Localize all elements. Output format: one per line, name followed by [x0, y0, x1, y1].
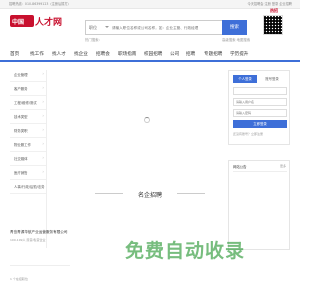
password-field[interactable]: [233, 98, 287, 116]
chevron-right-icon: ›: [42, 155, 44, 160]
banner-carousel[interactable]: [48, 70, 223, 180]
nav-item[interactable]: 找企业: [74, 51, 88, 57]
sidebar-item[interactable]: 工程/维修/测试 ›: [10, 98, 46, 110]
nav-item[interactable]: 招聘: [186, 51, 195, 57]
logo-name: 人才网: [35, 18, 63, 28]
main-nav: 首页 找工作 找人才 找企业 招聘会 职场指南 校园招聘 公司 招聘 专题招聘 …: [0, 48, 300, 62]
section-title: 名企招聘: [137, 192, 162, 199]
site-logo[interactable]: 中国 人才网: [10, 12, 62, 30]
search-input[interactable]: [112, 23, 232, 33]
sidebar-item[interactable]: 物业服工作 ›: [10, 140, 46, 152]
notice-more-link[interactable]: 更多: [280, 164, 286, 168]
nav-item[interactable]: 招聘会: [96, 51, 110, 57]
divider: [10, 265, 70, 266]
hot-search-label: 热门搜索：: [85, 38, 102, 42]
tab-personal-login[interactable]: 个人登录: [233, 75, 257, 83]
category-sidebar: 企业管理 › 客户服务 › 工程/维修/测试 › 技术类型 › 财务类职 › 物业服工作 ›…: [10, 70, 46, 250]
nav-item[interactable]: 校园招聘: [144, 51, 162, 57]
login-panel: 个人登录 账号登录 立即登录 还没有账号？立即注册: [228, 70, 290, 145]
nav-item[interactable]: 职场指南: [118, 51, 136, 57]
loading-spinner-icon: [144, 117, 150, 123]
tab-account-login[interactable]: 账号登录: [259, 75, 285, 83]
chevron-down-icon[interactable]: [105, 26, 109, 28]
chevron-right-icon: ›: [42, 113, 44, 118]
chevron-right-icon: ›: [42, 141, 44, 146]
sidebar-item[interactable]: 社交媒体 ›: [10, 154, 46, 166]
chevron-right-icon: ›: [42, 85, 44, 90]
sidebar-item[interactable]: 技术类型 ›: [10, 112, 46, 124]
divider: [233, 171, 287, 172]
search-category-select[interactable]: 职位: [89, 25, 97, 31]
username-field[interactable]: [233, 87, 287, 105]
company-card[interactable]: 青岛青源华航产业运营服务有限公司 100-199人 民营/私营企业 1 个在招职…: [10, 228, 70, 281]
search-button[interactable]: 搜索: [222, 20, 247, 35]
register-link[interactable]: 还没有账号？立即注册: [233, 132, 263, 136]
chevron-right-icon: ›: [42, 71, 44, 76]
login-button[interactable]: 立即登录: [233, 120, 287, 128]
notice-header: 网站公告: [233, 165, 247, 169]
company-meta: 100-199人 民营/私营企业: [10, 238, 46, 242]
divider: [177, 193, 205, 194]
nav-item[interactable]: 专题招聘: [204, 51, 222, 57]
sidebar-item[interactable]: 企业管理 ›: [10, 70, 46, 82]
chevron-right-icon: ›: [42, 169, 44, 174]
mascot-tag: 热招: [270, 8, 278, 13]
sidebar-item[interactable]: 医疗销售 ›: [10, 168, 46, 180]
nav-item[interactable]: 公司: [170, 51, 179, 57]
chevron-right-icon: ›: [42, 183, 44, 188]
nav-item[interactable]: 学历提升: [230, 51, 248, 57]
search-help-links[interactable]: 高级搜索 地图搜索: [222, 37, 250, 42]
sidebar-item[interactable]: 财务类职 ›: [10, 126, 46, 138]
nav-item[interactable]: 找人才: [52, 51, 66, 57]
top-bar: 招聘热线：010-86399123（注册后拨打） 今天招聘会 注册 登录 企业招…: [0, 0, 300, 9]
chevron-right-icon: ›: [42, 127, 44, 132]
watermark-text: 免费自动收录: [125, 240, 246, 262]
captcha-field[interactable]: [233, 109, 287, 127]
hotline-text: 招聘热线：010-86399123（注册后拨打）: [9, 2, 71, 6]
sidebar-item[interactable]: 客户服务 ›: [10, 84, 46, 96]
top-links[interactable]: 今天招聘会 注册 登录 企业招聘: [248, 1, 292, 6]
nav-item[interactable]: 首页: [10, 51, 19, 57]
qr-code-icon: [263, 15, 283, 35]
company-name[interactable]: 青岛青源华航产业运营服务有限公司: [10, 230, 68, 235]
nav-item[interactable]: 找工作: [30, 51, 44, 57]
logo-mark: 中国: [10, 15, 34, 27]
company-job-count[interactable]: 1 个在招职位: [10, 277, 28, 281]
chevron-right-icon: ›: [42, 99, 44, 104]
